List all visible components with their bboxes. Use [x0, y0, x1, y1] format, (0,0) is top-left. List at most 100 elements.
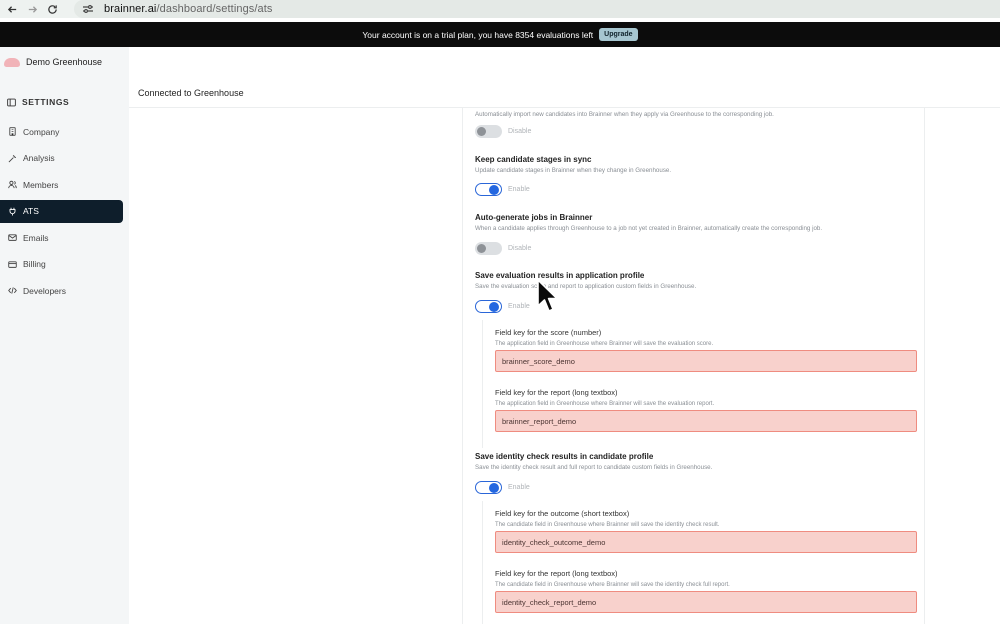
score-field-key-input[interactable]: brainner_score_demo	[495, 350, 917, 372]
sidebar-item-ats[interactable]: ATS	[0, 199, 123, 223]
settings-section-header: SETTINGS	[7, 97, 69, 107]
field-description: The candidate field in Greenhouse where …	[495, 582, 730, 588]
setting-description: Update candidate stages in Brainner when…	[475, 167, 672, 174]
sidebar-item-label: Emails	[23, 232, 49, 243]
code-icon	[8, 287, 17, 294]
toggle-row: Enable	[475, 183, 530, 196]
field-description: The candidate field in Greenhouse where …	[495, 522, 720, 528]
mail-icon	[8, 234, 17, 241]
sidebar-item-members[interactable]: Members	[0, 173, 123, 196]
credit-card-icon	[8, 260, 17, 268]
stage-sync-toggle[interactable]	[475, 183, 502, 196]
field-description: The application field in Greenhouse wher…	[495, 401, 715, 407]
sidebar-item-developers[interactable]: Developers	[0, 279, 123, 302]
browser-toolbar: brainner.ai/dashboard/settings/ats	[0, 0, 1000, 18]
identity-fields-group: Field key for the outcome (short textbox…	[482, 501, 917, 624]
report-field-group: Field key for the report (long textbox) …	[495, 388, 917, 432]
setting-title: Keep candidate stages in sync	[475, 155, 592, 164]
reload-button[interactable]	[44, 1, 60, 17]
panel-icon	[7, 98, 16, 106]
arrow-left-icon	[7, 5, 16, 13]
ats-settings-panel: Automatically import new candidates into…	[462, 108, 925, 624]
building-icon	[9, 127, 16, 136]
setting-save-evaluation: Save evaluation results in application p…	[475, 271, 696, 290]
score-field-group: Field key for the score (number) The app…	[495, 328, 917, 372]
setting-auto-import: Automatically import new candidates into…	[475, 111, 774, 118]
sidebar-item-label: Billing	[23, 259, 46, 269]
setting-title: Save evaluation results in application p…	[475, 271, 645, 280]
sidebar-item-emails[interactable]: Emails	[0, 226, 123, 249]
page-header: Connected to Greenhouse	[129, 79, 1000, 108]
save-evaluation-toggle[interactable]	[475, 300, 502, 313]
sidebar: Demo Greenhouse SETTINGS Company Analysi…	[0, 47, 129, 624]
url-host: brainner.ai	[104, 3, 157, 15]
back-button[interactable]	[4, 1, 20, 17]
address-bar[interactable]: brainner.ai/dashboard/settings/ats	[74, 0, 1000, 18]
reload-icon	[47, 4, 57, 14]
toggle-knob	[489, 185, 499, 195]
workspace-switcher[interactable]: Demo Greenhouse	[4, 57, 102, 67]
field-label: Field key for the outcome (short textbox…	[495, 509, 630, 518]
trial-banner: Your account is on a trial plan, you hav…	[0, 22, 1000, 47]
sidebar-item-company[interactable]: Company	[0, 120, 123, 143]
url-text: brainner.ai/dashboard/settings/ats	[104, 3, 273, 15]
identity-report-field-group: Field key for the report (long textbox) …	[495, 569, 917, 613]
field-label: Field key for the score (number)	[495, 328, 602, 337]
toggle-label: Disable	[508, 245, 532, 252]
toggle-knob	[489, 483, 499, 493]
toggle-row: Disable	[475, 242, 531, 255]
page-title: Connected to Greenhouse	[138, 88, 244, 98]
setting-description: Automatically import new candidates into…	[475, 111, 774, 118]
field-label: Field key for the report (long textbox)	[495, 569, 618, 578]
setting-description: When a candidate applies through Greenho…	[475, 225, 823, 232]
save-identity-check-toggle[interactable]	[475, 481, 502, 494]
url-path: /dashboard/settings/ats	[156, 3, 273, 15]
setting-stage-sync: Keep candidate stages in sync Update can…	[475, 155, 671, 174]
sidebar-item-label: ATS	[23, 206, 39, 216]
setting-auto-generate-jobs: Auto-generate jobs in Brainner When a ca…	[475, 213, 822, 232]
field-description: The application field in Greenhouse wher…	[495, 341, 714, 347]
toggle-knob	[477, 127, 486, 136]
toggle-knob	[489, 302, 499, 312]
brand-logo-icon	[4, 57, 20, 67]
toggle-label: Enable	[508, 186, 530, 193]
forward-button[interactable]	[24, 1, 40, 17]
toggle-row: Enable	[475, 481, 530, 494]
users-icon	[8, 180, 17, 189]
settings-label: SETTINGS	[22, 97, 70, 107]
toggle-label: Disable	[508, 128, 532, 135]
toggle-label: Enable	[508, 484, 530, 491]
auto-generate-jobs-toggle[interactable]	[475, 242, 502, 255]
setting-title: Save identity check results in candidate…	[475, 452, 654, 461]
sidebar-item-label: Members	[23, 179, 59, 190]
outcome-field-key-input[interactable]: identity_check_outcome_demo	[495, 531, 917, 553]
auto-import-toggle[interactable]	[475, 125, 502, 138]
report-field-key-input[interactable]: brainner_report_demo	[495, 410, 917, 432]
sidebar-item-label: Company	[23, 126, 60, 137]
trial-message: Your account is on a trial plan, you hav…	[362, 29, 594, 40]
arrow-right-icon	[28, 5, 37, 13]
upgrade-button[interactable]: Upgrade	[599, 28, 638, 41]
sidebar-item-label: Analysis	[23, 153, 55, 163]
mouse-cursor-icon	[537, 279, 558, 312]
outcome-field-group: Field key for the outcome (short textbox…	[495, 509, 917, 553]
setting-description: Save the identity check result and full …	[475, 464, 713, 471]
plug-icon	[9, 207, 16, 215]
toggle-knob	[477, 244, 486, 253]
settings-nav: Company Analysis Members ATS Emails Bill…	[0, 120, 129, 306]
sidebar-item-label: Developers	[23, 285, 66, 296]
workspace-name: Demo Greenhouse	[26, 57, 103, 67]
setting-save-identity-check: Save identity check results in candidate…	[475, 452, 712, 471]
toggle-row: Disable	[475, 125, 531, 138]
field-label: Field key for the report (long textbox)	[495, 388, 618, 397]
setting-description: Save the evaluation score and report to …	[475, 283, 697, 290]
setting-title: Auto-generate jobs in Brainner	[475, 213, 593, 222]
sidebar-item-analysis[interactable]: Analysis	[0, 147, 123, 170]
toggle-row: Enable	[475, 300, 530, 313]
evaluation-fields-group: Field key for the score (number) The app…	[482, 320, 917, 448]
sidebar-item-billing[interactable]: Billing	[0, 253, 123, 276]
toggle-label: Enable	[508, 303, 530, 310]
sparkle-icon	[8, 154, 16, 162]
identity-report-field-key-input[interactable]: identity_check_report_demo	[495, 591, 917, 613]
site-settings-icon[interactable]	[82, 3, 94, 15]
